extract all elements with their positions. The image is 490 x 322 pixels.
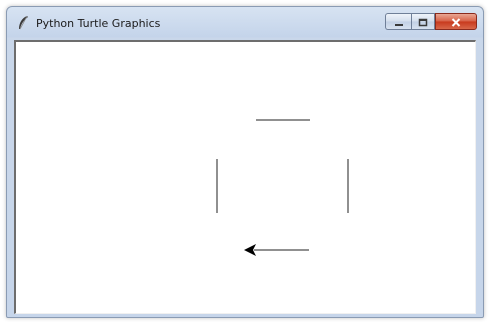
feather-icon: [16, 15, 30, 31]
close-icon: [451, 12, 461, 31]
close-button[interactable]: [435, 13, 477, 30]
maximize-icon: [418, 12, 428, 31]
turtle-canvas-frame: [14, 40, 476, 314]
caption-buttons: [385, 13, 477, 31]
window-title: Python Turtle Graphics: [36, 17, 161, 30]
turtle-window: Python Turtle Graphics: [6, 6, 484, 318]
turtle-canvas[interactable]: [16, 42, 475, 313]
title-bar[interactable]: Python Turtle Graphics: [7, 7, 483, 39]
maximize-button[interactable]: [411, 13, 435, 30]
minimize-icon: [394, 12, 404, 31]
minimize-button[interactable]: [385, 13, 411, 30]
